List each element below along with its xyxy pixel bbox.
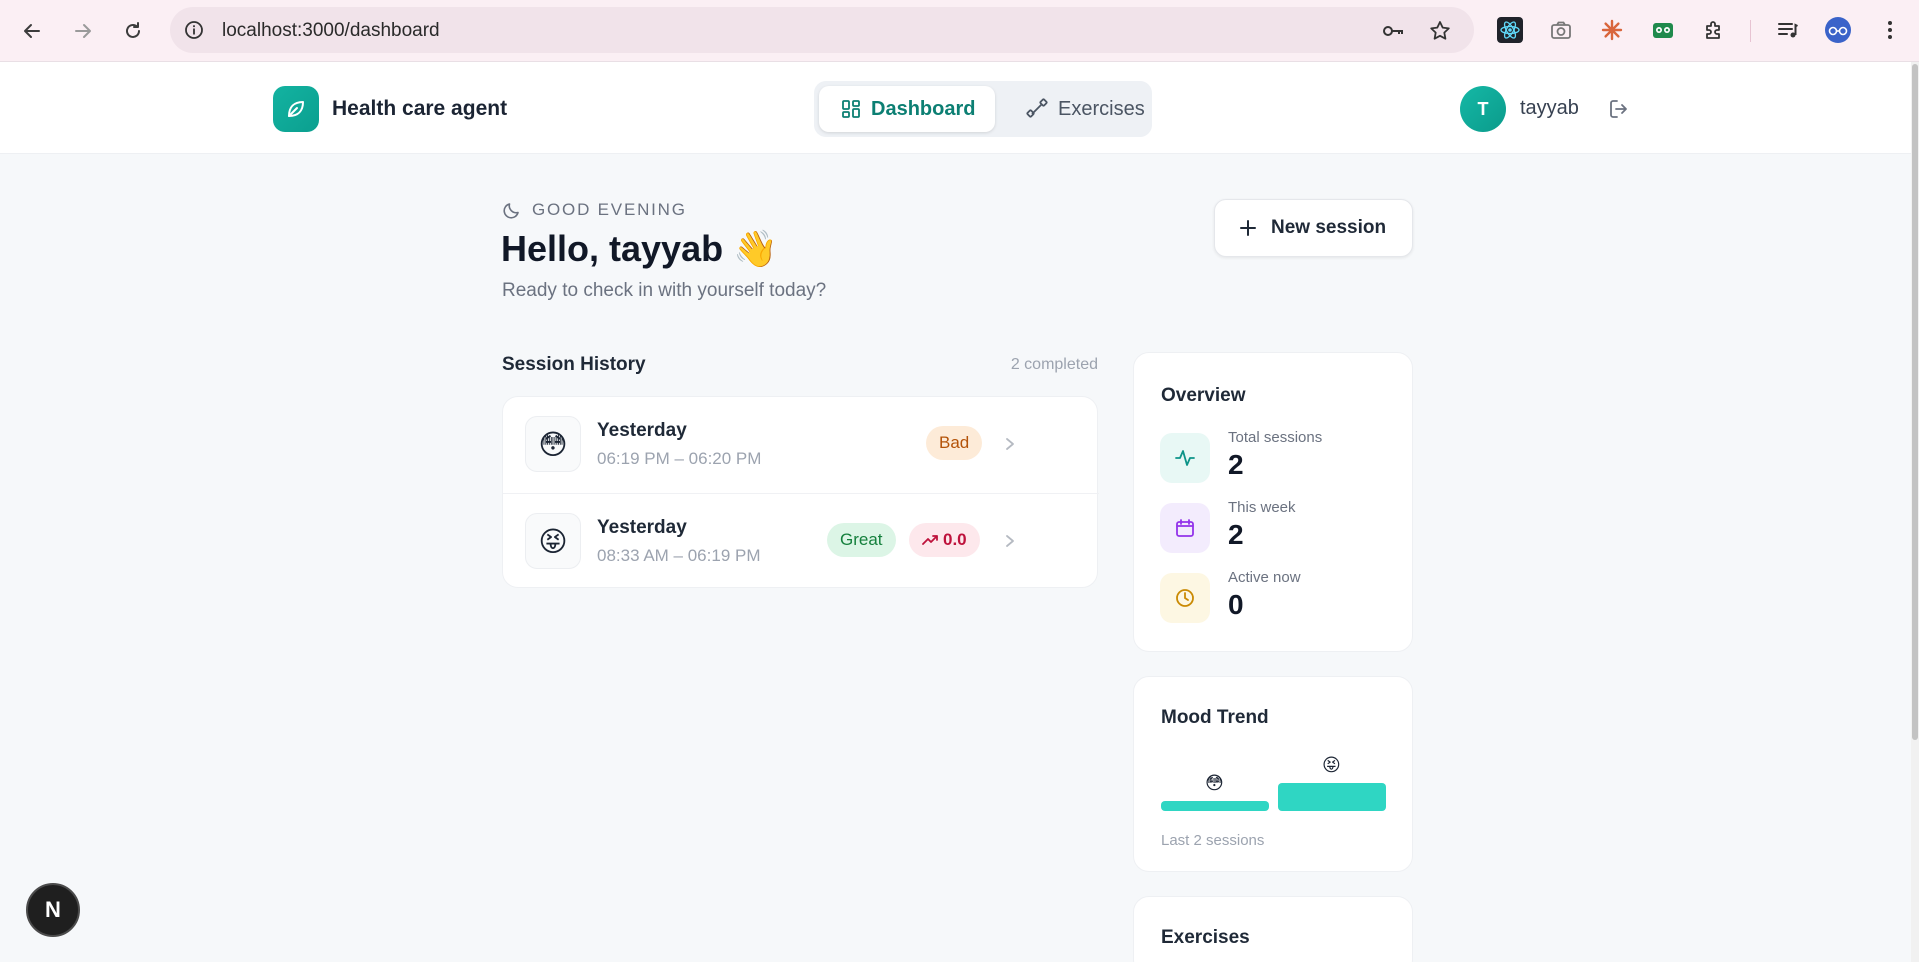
password-key-icon[interactable] xyxy=(1380,18,1406,44)
stat-label: Total sessions xyxy=(1228,429,1323,446)
stat-label: This week xyxy=(1228,499,1296,516)
react-devtools-icon[interactable] xyxy=(1496,16,1524,44)
chevron-right-icon[interactable] xyxy=(999,433,1021,455)
new-session-button[interactable]: New session xyxy=(1214,199,1413,257)
extensions-puzzle-icon[interactable] xyxy=(1700,16,1728,44)
exercises-card-title: Exercises xyxy=(1161,927,1250,948)
session-time: 08:33 AM – 06:19 PM xyxy=(597,546,761,565)
scrollbar-thumb[interactable] xyxy=(1912,64,1918,740)
address-bar[interactable]: localhost:3000/dashboard xyxy=(170,7,1474,53)
stat-value: 2 xyxy=(1228,449,1244,480)
browser-toolbar: localhost:3000/dashboard xyxy=(0,0,1919,62)
toolbar-divider xyxy=(1750,20,1751,42)
chevron-right-icon[interactable] xyxy=(999,530,1021,552)
trending-up-icon xyxy=(922,535,938,545)
extension-green-icon[interactable] xyxy=(1649,16,1677,44)
page-title: Hello, tayyab 👋 xyxy=(501,228,778,269)
arrow-left-icon xyxy=(24,24,40,38)
session-row[interactable]: 😝 Yesterday 08:33 AM – 06:19 PM Great 0.… xyxy=(503,493,1099,589)
reload-icon xyxy=(126,22,140,38)
clock-icon xyxy=(1160,573,1210,623)
session-title: Yesterday xyxy=(597,420,687,441)
profile-avatar-icon[interactable] xyxy=(1824,16,1852,44)
mood-badge: Bad xyxy=(926,426,983,460)
mood-trend-title: Mood Trend xyxy=(1161,707,1269,728)
trend-emoji: 😳 xyxy=(1205,773,1224,793)
greeting-label: GOOD EVENING xyxy=(532,200,687,219)
mood-emoji: 😝 xyxy=(525,513,581,569)
tab-dashboard-label: Dashboard xyxy=(871,97,976,120)
username: tayyab xyxy=(1520,97,1579,119)
activity-icon xyxy=(1160,433,1210,483)
logout-icon[interactable] xyxy=(1606,96,1632,122)
session-history-title: Session History xyxy=(502,354,646,375)
session-history-list: 😳 Yesterday 06:19 PM – 06:20 PM Bad 😝 Ye… xyxy=(502,396,1099,589)
session-time: 06:19 PM – 06:20 PM xyxy=(597,449,762,468)
leaf-logo-icon[interactable] xyxy=(273,86,319,132)
brand-name[interactable]: Health care agent xyxy=(332,97,507,121)
forward-button[interactable] xyxy=(66,14,100,48)
session-count: 2 completed xyxy=(1010,356,1098,373)
back-button[interactable] xyxy=(15,14,49,48)
grid-icon xyxy=(842,100,860,118)
greeting-row: GOOD EVENING xyxy=(502,200,687,220)
page-subtitle: Ready to check in with yourself today? xyxy=(502,280,827,301)
dumbbell-icon xyxy=(1026,98,1048,118)
tab-dashboard[interactable]: Dashboard xyxy=(819,86,995,132)
url-text[interactable]: localhost:3000/dashboard xyxy=(222,20,440,42)
media-queue-icon[interactable] xyxy=(1774,16,1802,44)
reload-button[interactable] xyxy=(116,14,150,48)
trend-bar xyxy=(1278,783,1386,811)
tab-exercises-label: Exercises xyxy=(1058,97,1145,120)
mood-delta-value: 0.0 xyxy=(943,530,967,549)
camera-icon[interactable] xyxy=(1547,16,1575,44)
calendar-icon xyxy=(1160,503,1210,553)
app-header: Health care agent Dashboard Exercises T … xyxy=(0,62,1911,154)
plus-icon xyxy=(1240,220,1256,236)
new-session-label: New session xyxy=(1271,217,1387,238)
session-title: Yesterday xyxy=(597,517,687,538)
stat-label: Active now xyxy=(1228,569,1301,586)
stat-value: 0 xyxy=(1228,589,1244,620)
moon-icon xyxy=(503,203,519,219)
exercises-card: Exercises xyxy=(1133,896,1413,962)
mood-delta-badge: 0.0 xyxy=(909,523,980,557)
arrow-right-icon xyxy=(75,24,91,38)
nextjs-dev-badge[interactable]: N xyxy=(26,883,80,937)
site-info-icon[interactable] xyxy=(182,18,206,42)
trend-bar xyxy=(1161,801,1269,811)
bookmark-star-icon[interactable] xyxy=(1427,18,1453,44)
overview-card: Overview Total sessions 2 This week 2 Ac… xyxy=(1133,352,1413,652)
main-nav-tabs: Dashboard Exercises xyxy=(814,81,1152,137)
stat-value: 2 xyxy=(1228,519,1244,550)
mood-emoji: 😳 xyxy=(525,416,581,472)
claude-icon[interactable] xyxy=(1598,16,1626,44)
trend-footer: Last 2 sessions xyxy=(1161,832,1265,849)
user-avatar[interactable]: T xyxy=(1460,86,1506,132)
trend-emoji: 😝 xyxy=(1322,755,1341,775)
overview-title: Overview xyxy=(1161,385,1246,406)
tab-exercises[interactable]: Exercises xyxy=(1008,86,1148,132)
mood-badge: Great xyxy=(827,523,896,557)
browser-menu-icon[interactable] xyxy=(1876,16,1904,44)
session-row[interactable]: 😳 Yesterday 06:19 PM – 06:20 PM Bad xyxy=(503,397,1099,493)
mood-trend-card: Mood Trend 😳 😝 Last 2 sessions xyxy=(1133,676,1413,872)
